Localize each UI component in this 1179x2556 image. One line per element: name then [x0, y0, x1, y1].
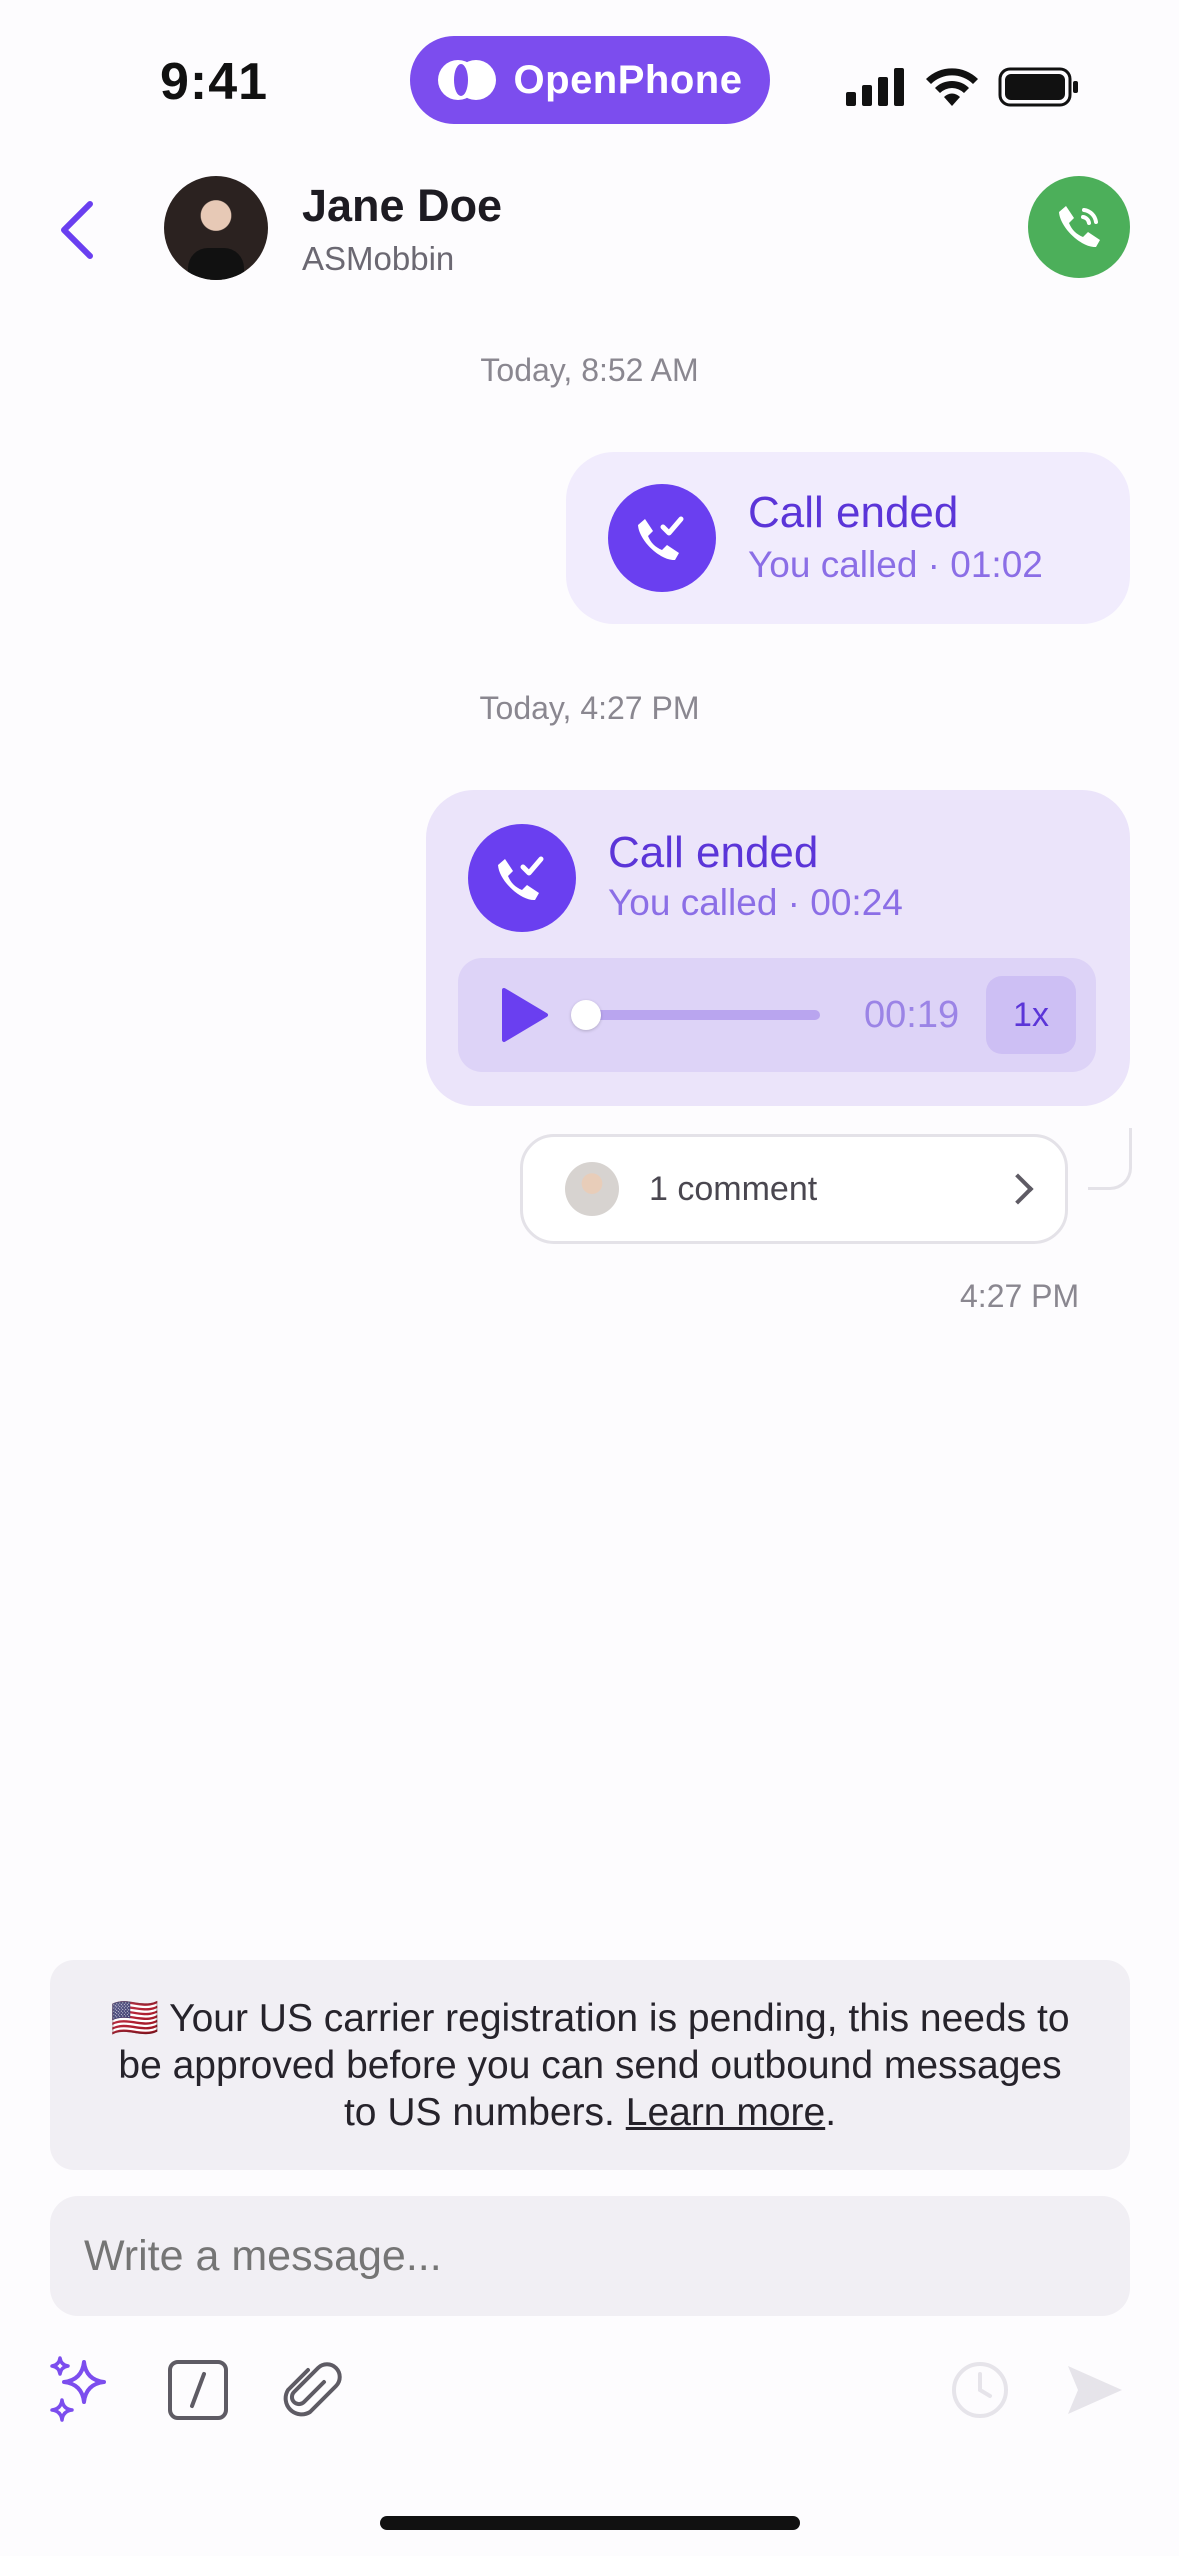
registration-notice: 🇺🇸 Your US carrier registration is pendi… [50, 1960, 1130, 2170]
brand-name: OpenPhone [513, 57, 743, 102]
contact-avatar[interactable] [164, 176, 268, 280]
schedule-button[interactable] [940, 2350, 1020, 2430]
scrubber-handle[interactable] [571, 1000, 601, 1030]
slash-command-icon [168, 2360, 228, 2420]
contact-subtitle: ASMobbin [302, 240, 455, 277]
snippets-button[interactable] [158, 2350, 238, 2430]
call-subtitle: You called · 00:24 [608, 882, 903, 923]
call-completed-icon [468, 824, 576, 932]
message-input[interactable] [50, 2196, 1130, 2316]
openphone-logo-icon [437, 60, 496, 100]
timestamp-label: Today, 4:27 PM [479, 690, 700, 726]
thread-connector [1088, 1128, 1132, 1190]
notice-message: Your US carrier registration is pending,… [118, 1996, 1070, 2134]
playback-scrubber[interactable] [584, 1010, 820, 1020]
phone-ringing-icon [1059, 206, 1100, 248]
brand-pill: OpenPhone [410, 36, 770, 124]
battery-icon [998, 67, 1078, 107]
comments-count: 1 comment [649, 1169, 818, 1208]
call-subtitle: You called · 01:02 [748, 544, 1043, 585]
play-icon[interactable] [500, 986, 550, 1044]
clock-icon [952, 2362, 1008, 2418]
comments-button[interactable]: 1 comment [520, 1134, 1068, 1244]
us-flag-icon: 🇺🇸 [110, 1996, 160, 2040]
sparkles-icon [50, 2356, 106, 2422]
call-log-bubble[interactable]: Call ended You called · 01:02 [566, 452, 1130, 624]
home-indicator [380, 2516, 800, 2530]
learn-more-link[interactable]: Learn more [626, 2091, 825, 2134]
call-title: Call ended [608, 828, 819, 877]
ai-sparkle-button[interactable] [42, 2350, 122, 2430]
paperclip-icon [283, 2362, 342, 2417]
timestamp-label: Today, 8:52 AM [480, 352, 699, 388]
playback-time: 00:19 [864, 994, 960, 1036]
status-time: 9:41 [160, 53, 269, 111]
playback-speed-button[interactable]: 1x [986, 976, 1076, 1054]
call-button[interactable] [1028, 176, 1130, 278]
wifi-icon [926, 68, 978, 106]
commenter-avatar [565, 1162, 619, 1216]
message-time: 4:27 PM [960, 1278, 1080, 1314]
back-button[interactable] [50, 190, 110, 270]
attach-button[interactable] [272, 2350, 352, 2430]
contact-name[interactable]: Jane Doe [302, 180, 502, 232]
call-title: Call ended [748, 488, 959, 537]
send-button[interactable] [1054, 2350, 1134, 2430]
notice-text: 🇺🇸 Your US carrier registration is pendi… [110, 1996, 1070, 2134]
call-completed-icon [608, 484, 716, 592]
send-icon [1068, 2366, 1122, 2414]
chevron-right-icon [1002, 1173, 1034, 1205]
cellular-signal-icon [846, 68, 904, 106]
